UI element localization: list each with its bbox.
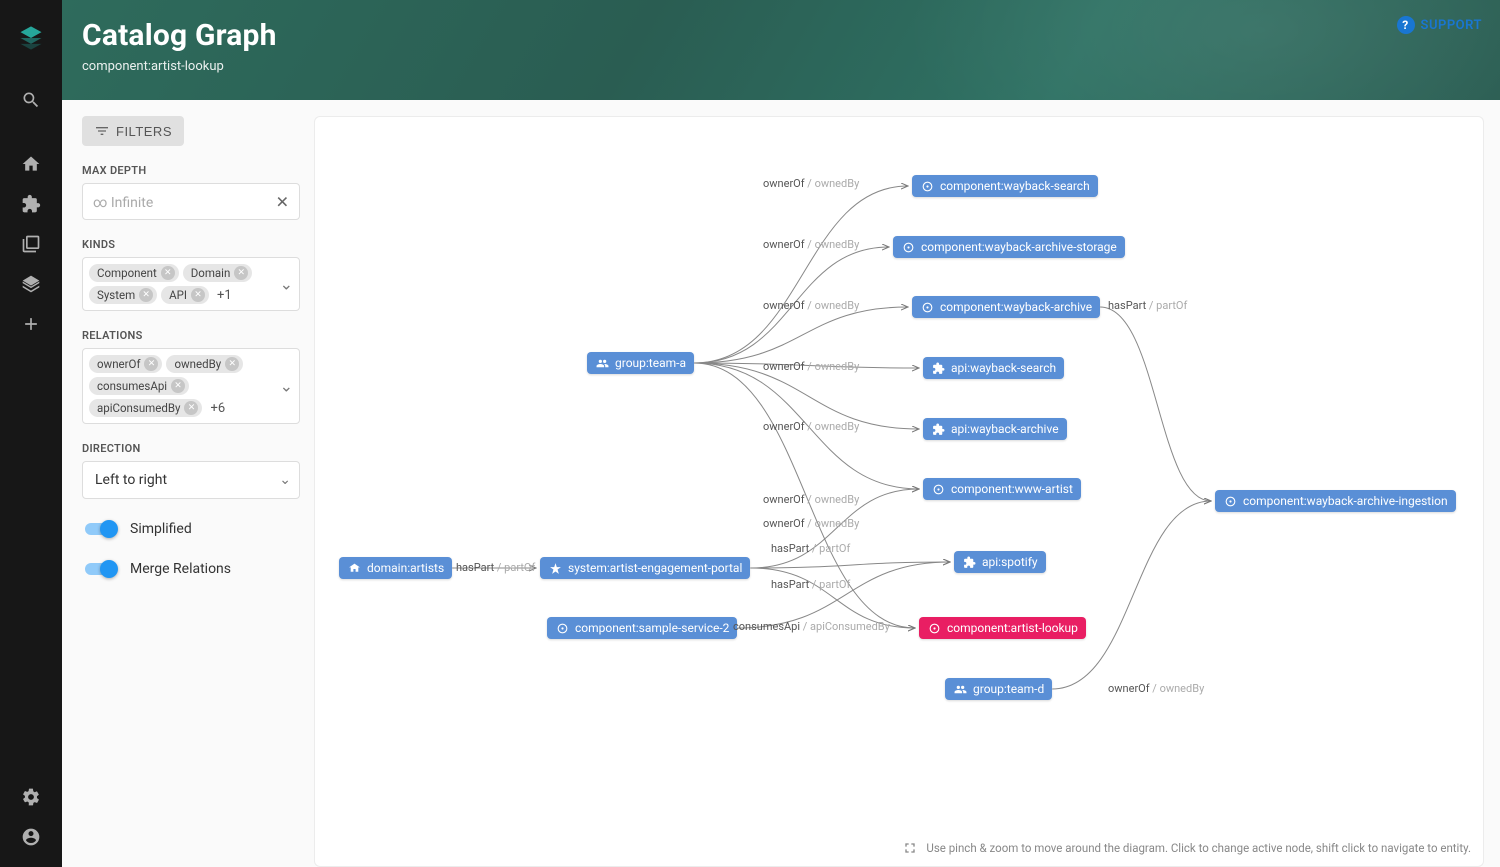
fullscreen-icon [902, 840, 918, 856]
edge-label: hasPart / partOf [771, 542, 850, 555]
nav-home[interactable] [0, 144, 62, 184]
chip[interactable]: Domain✕ [183, 264, 253, 282]
group-icon [595, 356, 609, 370]
nav-search[interactable] [0, 80, 62, 120]
component-icon [927, 621, 941, 635]
system-icon [548, 561, 562, 575]
graph-node[interactable]: component:wayback-search [912, 175, 1098, 197]
graph-node[interactable]: component:wayback-archive-ingestion [1215, 490, 1456, 512]
component-icon [920, 300, 934, 314]
simplified-toggle[interactable] [82, 519, 118, 539]
close-icon[interactable]: ✕ [234, 266, 248, 280]
chip[interactable]: consumesApi✕ [89, 377, 189, 395]
api-icon [962, 555, 976, 569]
component-icon [1223, 494, 1237, 508]
component-icon [920, 179, 934, 193]
chip[interactable]: apiConsumedBy✕ [89, 399, 202, 417]
edge-label: ownerOf / ownedBy [763, 177, 859, 190]
edge-label: hasPart / partOf [456, 561, 535, 574]
nav-docs[interactable] [0, 224, 62, 264]
chip[interactable]: System✕ [89, 286, 157, 304]
support-link[interactable]: ? SUPPORT [1397, 16, 1482, 34]
graph-node[interactable]: component:www-artist [923, 478, 1081, 500]
component-icon [931, 482, 945, 496]
edge-label: ownerOf / ownedBy [763, 420, 859, 433]
edge-label: hasPart / partOf [771, 578, 850, 591]
nav-create[interactable] [0, 304, 62, 344]
close-icon[interactable]: ✕ [191, 288, 205, 302]
graph-node[interactable]: component:artist-lookup [919, 617, 1086, 639]
edge-label: ownerOf / ownedBy [763, 517, 859, 530]
chip[interactable]: Component✕ [89, 264, 179, 282]
graph-node[interactable]: component:wayback-archive [912, 296, 1100, 318]
kinds-label: KINDS [82, 238, 300, 251]
nav-rail [0, 0, 62, 867]
graph-canvas[interactable]: group:team-a component:wayback-search comp… [314, 116, 1484, 867]
api-icon [931, 361, 945, 375]
domain-icon [347, 561, 361, 575]
close-icon[interactable]: ✕ [225, 357, 239, 371]
filter-icon [94, 123, 110, 139]
chip[interactable]: ownerOf✕ [89, 355, 162, 373]
nav-layers[interactable] [0, 264, 62, 304]
group-icon [953, 682, 967, 696]
chevron-down-icon[interactable]: ⌄ [279, 472, 291, 488]
edge-label: ownerOf / ownedBy [763, 299, 859, 312]
edge-label: ownerOf / ownedBy [763, 238, 859, 251]
filters-button[interactable]: FILTERS [82, 116, 184, 146]
nav-account[interactable] [0, 817, 62, 857]
graph-node[interactable]: group:team-a [587, 352, 694, 374]
help-icon: ? [1397, 16, 1415, 34]
chips-more: +6 [206, 401, 225, 416]
component-icon [555, 621, 569, 635]
page-title: Catalog Graph [82, 18, 1480, 53]
relations-label: RELATIONS [82, 329, 300, 342]
kinds-select[interactable]: Component✕Domain✕ System✕API✕ +1 ⌄ [82, 257, 300, 311]
page-header: Catalog Graph component:artist-lookup [62, 0, 1500, 100]
simplified-label: Simplified [130, 521, 192, 537]
graph-node[interactable]: component:sample-service-2 [547, 617, 737, 639]
edge-label: consumesApi / apiConsumedBy [733, 620, 890, 633]
chips-more: +1 [213, 288, 232, 303]
chevron-down-icon[interactable]: ⌄ [280, 275, 293, 294]
close-icon[interactable]: ✕ [171, 379, 185, 393]
component-icon [901, 240, 915, 254]
nav-settings[interactable] [0, 777, 62, 817]
filters-panel: FILTERS MAX DEPTH ∞ Infinite ✕ KINDS Com… [82, 116, 300, 867]
close-icon[interactable]: ✕ [276, 192, 289, 211]
direction-select[interactable]: Left to right ⌄ [82, 461, 300, 499]
direction-label: DIRECTION [82, 442, 300, 455]
page-subtitle: component:artist-lookup [82, 59, 1480, 74]
edge-label: hasPart / partOf [1108, 299, 1187, 312]
relations-select[interactable]: ownerOf✕ownedBy✕ consumesApi✕ apiConsumedB… [82, 348, 300, 424]
close-icon[interactable]: ✕ [144, 357, 158, 371]
nav-extensions[interactable] [0, 184, 62, 224]
graph-node[interactable]: component:wayback-archive-storage [893, 236, 1125, 258]
canvas-hint: Use pinch & zoom to move around the diag… [902, 840, 1471, 856]
graph-node[interactable]: domain:artists [339, 557, 452, 579]
edge-label: ownerOf / ownedBy [1108, 682, 1204, 695]
max-depth-input[interactable]: ∞ Infinite ✕ [82, 183, 300, 220]
close-icon[interactable]: ✕ [184, 401, 198, 415]
graph-node[interactable]: system:artist-engagement-portal [540, 557, 750, 579]
chip[interactable]: API✕ [161, 286, 209, 304]
graph-node[interactable]: api:wayback-archive [923, 418, 1067, 440]
edge-label: ownerOf / ownedBy [763, 360, 859, 373]
merge-relations-toggle[interactable] [82, 559, 118, 579]
api-icon [931, 422, 945, 436]
close-icon[interactable]: ✕ [139, 288, 153, 302]
chip[interactable]: ownedBy✕ [166, 355, 243, 373]
close-icon[interactable]: ✕ [161, 266, 175, 280]
app-logo [17, 24, 45, 52]
merge-relations-label: Merge Relations [130, 561, 231, 577]
graph-node[interactable]: api:wayback-search [923, 357, 1064, 379]
chevron-down-icon[interactable]: ⌄ [280, 377, 293, 396]
graph-node[interactable]: group:team-d [945, 678, 1052, 700]
edge-label: ownerOf / ownedBy [763, 493, 859, 506]
graph-node[interactable]: api:spotify [954, 551, 1046, 573]
max-depth-label: MAX DEPTH [82, 164, 300, 177]
